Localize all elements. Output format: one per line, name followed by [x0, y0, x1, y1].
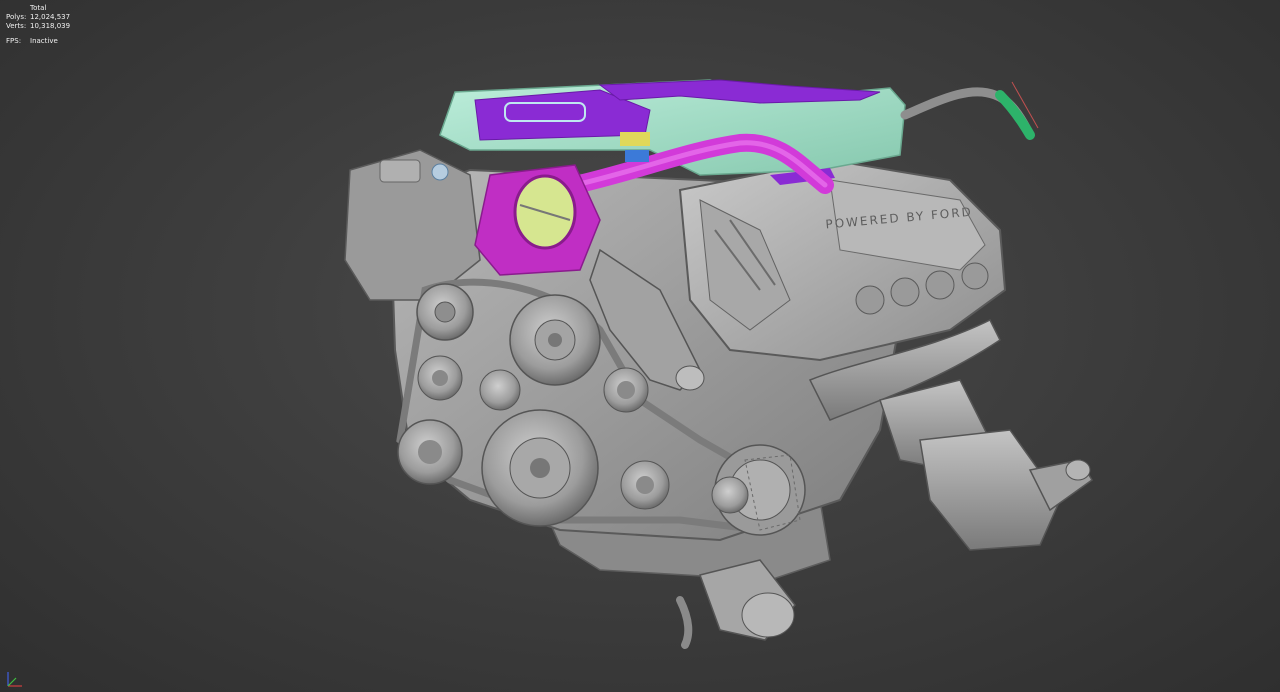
engine-model[interactable]: POWERED BY FORD	[0, 0, 1280, 692]
valve-cover: POWERED BY FORD	[678, 158, 1007, 362]
throttle-body	[474, 164, 601, 276]
3d-viewport[interactable]: Total Polys: 12,024,537 Verts: 10,318,03…	[0, 0, 1280, 692]
axis-gizmo	[7, 672, 22, 687]
sensor-cap	[431, 163, 449, 181]
breather-hose	[900, 81, 1039, 140]
